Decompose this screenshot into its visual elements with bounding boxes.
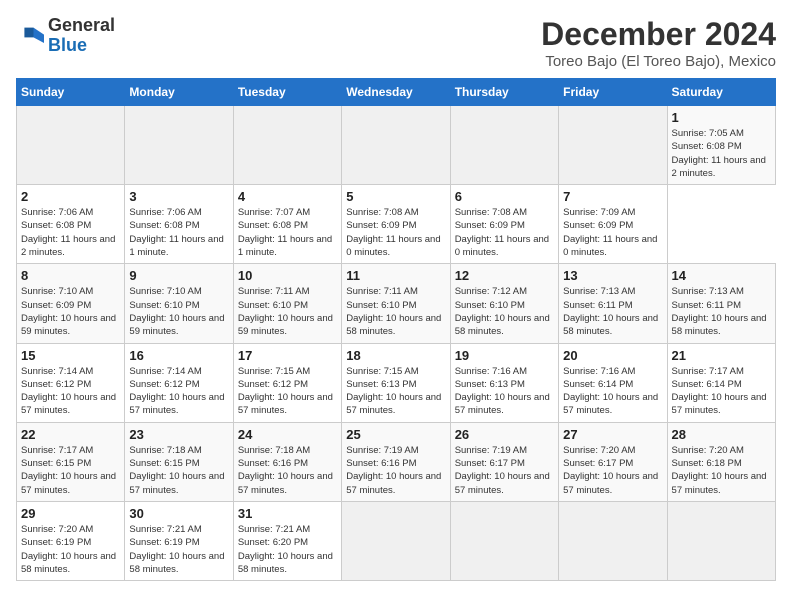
header: General Blue December 2024 Toreo Bajo (E… [16, 16, 776, 70]
empty-cell [450, 106, 558, 185]
empty-cell [125, 106, 233, 185]
empty-cell [450, 501, 558, 580]
calendar-day-26: 26Sunrise: 7:19 AMSunset: 6:17 PMDayligh… [450, 422, 558, 501]
calendar-week-3: 8Sunrise: 7:10 AMSunset: 6:09 PMDaylight… [17, 264, 776, 343]
calendar-week-2: 2Sunrise: 7:06 AMSunset: 6:08 PMDaylight… [17, 185, 776, 264]
calendar-day-18: 18Sunrise: 7:15 AMSunset: 6:13 PMDayligh… [342, 343, 450, 422]
calendar-day-2: 2Sunrise: 7:06 AMSunset: 6:08 PMDaylight… [17, 185, 125, 264]
empty-cell [559, 106, 667, 185]
logo-line2: Blue [48, 36, 115, 56]
calendar-body: 1Sunrise: 7:05 AMSunset: 6:08 PMDaylight… [17, 106, 776, 581]
empty-cell [667, 501, 775, 580]
calendar-day-10: 10Sunrise: 7:11 AMSunset: 6:10 PMDayligh… [233, 264, 341, 343]
day-header-thursday: Thursday [450, 79, 558, 106]
logo-icon [16, 22, 44, 50]
day-header-wednesday: Wednesday [342, 79, 450, 106]
calendar-day-20: 20Sunrise: 7:16 AMSunset: 6:14 PMDayligh… [559, 343, 667, 422]
calendar-day-21: 21Sunrise: 7:17 AMSunset: 6:14 PMDayligh… [667, 343, 775, 422]
calendar-week-6: 29Sunrise: 7:20 AMSunset: 6:19 PMDayligh… [17, 501, 776, 580]
calendar-day-15: 15Sunrise: 7:14 AMSunset: 6:12 PMDayligh… [17, 343, 125, 422]
day-header-saturday: Saturday [667, 79, 775, 106]
logo: General Blue [16, 16, 115, 56]
calendar-day-5: 5Sunrise: 7:08 AMSunset: 6:09 PMDaylight… [342, 185, 450, 264]
day-header-friday: Friday [559, 79, 667, 106]
calendar-header: SundayMondayTuesdayWednesdayThursdayFrid… [17, 79, 776, 106]
empty-cell [342, 106, 450, 185]
title-area: December 2024 Toreo Bajo (El Toreo Bajo)… [541, 16, 776, 70]
calendar-table: SundayMondayTuesdayWednesdayThursdayFrid… [16, 78, 776, 581]
empty-cell [559, 501, 667, 580]
calendar-week-1: 1Sunrise: 7:05 AMSunset: 6:08 PMDaylight… [17, 106, 776, 185]
page-title: December 2024 [541, 16, 776, 53]
logo-line1: General [48, 16, 115, 36]
calendar-day-8: 8Sunrise: 7:10 AMSunset: 6:09 PMDaylight… [17, 264, 125, 343]
calendar-day-11: 11Sunrise: 7:11 AMSunset: 6:10 PMDayligh… [342, 264, 450, 343]
header-row: SundayMondayTuesdayWednesdayThursdayFrid… [17, 79, 776, 106]
calendar-day-7: 7Sunrise: 7:09 AMSunset: 6:09 PMDaylight… [559, 185, 667, 264]
calendar-day-23: 23Sunrise: 7:18 AMSunset: 6:15 PMDayligh… [125, 422, 233, 501]
calendar-week-4: 15Sunrise: 7:14 AMSunset: 6:12 PMDayligh… [17, 343, 776, 422]
calendar-day-31: 31Sunrise: 7:21 AMSunset: 6:20 PMDayligh… [233, 501, 341, 580]
calendar-day-3: 3Sunrise: 7:06 AMSunset: 6:08 PMDaylight… [125, 185, 233, 264]
calendar-week-5: 22Sunrise: 7:17 AMSunset: 6:15 PMDayligh… [17, 422, 776, 501]
calendar-day-13: 13Sunrise: 7:13 AMSunset: 6:11 PMDayligh… [559, 264, 667, 343]
calendar-day-6: 6Sunrise: 7:08 AMSunset: 6:09 PMDaylight… [450, 185, 558, 264]
empty-cell [17, 106, 125, 185]
calendar-day-12: 12Sunrise: 7:12 AMSunset: 6:10 PMDayligh… [450, 264, 558, 343]
empty-cell [342, 501, 450, 580]
calendar-day-17: 17Sunrise: 7:15 AMSunset: 6:12 PMDayligh… [233, 343, 341, 422]
calendar-day-19: 19Sunrise: 7:16 AMSunset: 6:13 PMDayligh… [450, 343, 558, 422]
day-header-tuesday: Tuesday [233, 79, 341, 106]
calendar-day-30: 30Sunrise: 7:21 AMSunset: 6:19 PMDayligh… [125, 501, 233, 580]
calendar-day-1: 1Sunrise: 7:05 AMSunset: 6:08 PMDaylight… [667, 106, 775, 185]
calendar-day-9: 9Sunrise: 7:10 AMSunset: 6:10 PMDaylight… [125, 264, 233, 343]
empty-cell [233, 106, 341, 185]
calendar-day-24: 24Sunrise: 7:18 AMSunset: 6:16 PMDayligh… [233, 422, 341, 501]
calendar-day-16: 16Sunrise: 7:14 AMSunset: 6:12 PMDayligh… [125, 343, 233, 422]
calendar-day-25: 25Sunrise: 7:19 AMSunset: 6:16 PMDayligh… [342, 422, 450, 501]
day-header-sunday: Sunday [17, 79, 125, 106]
day-header-monday: Monday [125, 79, 233, 106]
calendar-day-28: 28Sunrise: 7:20 AMSunset: 6:18 PMDayligh… [667, 422, 775, 501]
calendar-day-4: 4Sunrise: 7:07 AMSunset: 6:08 PMDaylight… [233, 185, 341, 264]
calendar-day-22: 22Sunrise: 7:17 AMSunset: 6:15 PMDayligh… [17, 422, 125, 501]
calendar-day-14: 14Sunrise: 7:13 AMSunset: 6:11 PMDayligh… [667, 264, 775, 343]
calendar-day-29: 29Sunrise: 7:20 AMSunset: 6:19 PMDayligh… [17, 501, 125, 580]
page-subtitle: Toreo Bajo (El Toreo Bajo), Mexico [541, 53, 776, 70]
calendar-day-27: 27Sunrise: 7:20 AMSunset: 6:17 PMDayligh… [559, 422, 667, 501]
